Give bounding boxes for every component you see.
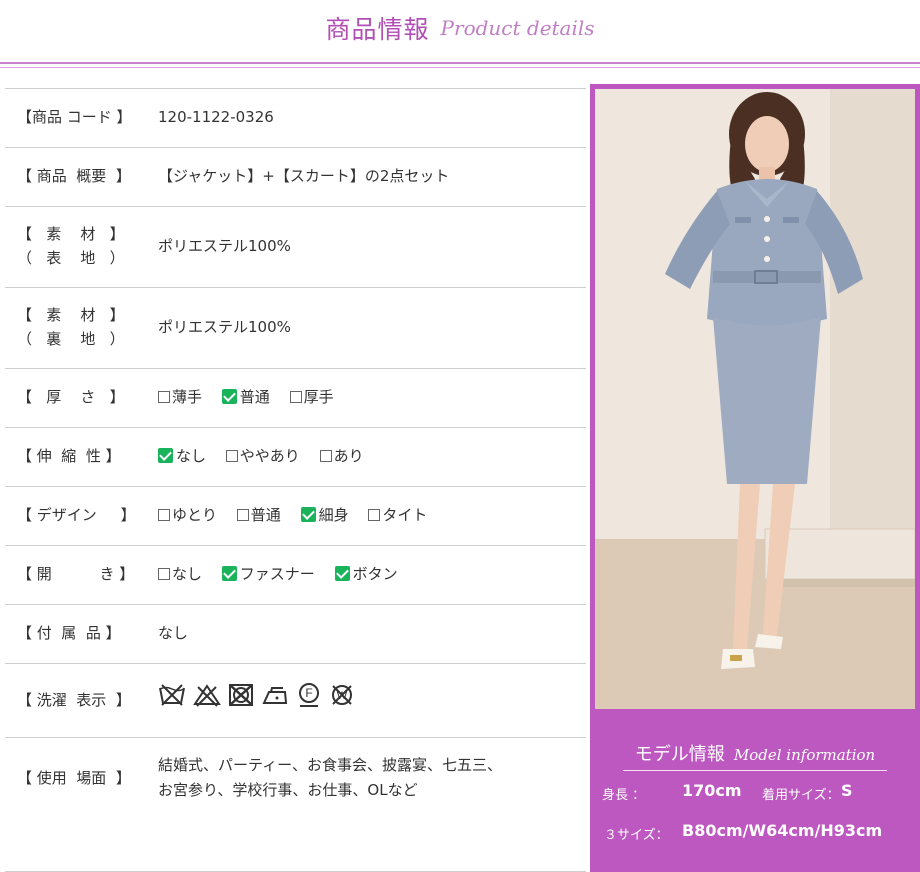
row-label: 【商品 コード 】 <box>17 108 132 126</box>
option-group: 薄手 普通 厚手 <box>158 385 349 410</box>
checkbox-checked <box>221 389 237 404</box>
model-title-jp: モデル情報 <box>634 744 725 765</box>
option-thin: 薄手 <box>158 385 202 410</box>
option-none: なし <box>158 444 206 469</box>
row-usage-scene: 【 使用 場面 】 結婚式、パーティー、お食事会、披露宴、七五三、 お宮参り、学… <box>5 737 586 821</box>
option-regular: 普通 <box>236 503 281 528</box>
checkbox-checked <box>300 507 316 522</box>
row-thickness: 【 厚 さ 】 薄手 普通 厚手 <box>5 368 586 427</box>
option-slight: ややあり <box>225 444 300 469</box>
model-panel: モデル情報 Model information 身長 ： 170cm 着用サイズ… <box>590 84 920 872</box>
checkbox-empty <box>225 450 238 462</box>
no-wash-icon <box>159 684 185 706</box>
option-zipper: ファスナー <box>221 562 315 587</box>
row-accessories: 【 付 属 品 】 なし <box>5 604 586 663</box>
row-material-lining: 【 素 材 】 （ 裏 地 ） ポリエステル100% <box>5 287 586 368</box>
checkbox-empty <box>158 391 170 403</box>
row-label: 【 素 材 】 <box>17 306 125 324</box>
row-label: 【 開 き 】 <box>17 565 135 583</box>
no-tumble-dry-icon <box>229 684 253 706</box>
row-value: ポリエステル100% <box>158 318 291 336</box>
page-header: 商品情報 Product details <box>0 0 920 62</box>
row-product-summary: 【 商品 概要 】 【ジャケット】+【スカート】の2点セット <box>5 147 586 206</box>
model-three-size-label: ３サイズ： <box>604 828 669 843</box>
row-value: ポリエステル100% <box>158 237 291 255</box>
option-loose: ゆとり <box>158 503 217 528</box>
row-sublabel: （ 表 地 ） <box>17 249 125 267</box>
option-button: ボタン <box>334 562 398 587</box>
checkbox-empty <box>319 450 332 462</box>
model-title-underline <box>623 770 887 771</box>
option-group: なし ファスナー ボタン <box>158 562 413 587</box>
scene-line-2: お宮参り、学校行事、お仕事、OLなど <box>158 781 418 799</box>
row-label: 【 洗濯 表示 】 <box>17 691 131 709</box>
model-photo <box>595 89 915 709</box>
checkbox-checked <box>334 566 350 581</box>
model-height-value: 170cm <box>682 781 742 800</box>
option-thick: 厚手 <box>289 385 334 410</box>
row-material-outer: 【 素 材 】 （ 表 地 ） ポリエステル100% <box>5 206 586 287</box>
row-product-code: 【商品 コード 】 120-1122-0326 <box>5 88 586 147</box>
option-tight: タイト <box>368 503 427 528</box>
product-details-table: 【商品 コード 】 120-1122-0326 【 商品 概要 】 【ジャケット… <box>5 88 586 821</box>
dry-clean-f-icon: F <box>299 683 319 707</box>
checkbox-empty <box>236 509 249 521</box>
page-title: 商品情報 <box>325 15 430 44</box>
model-size-label: 着用サイズ： <box>762 788 840 803</box>
option-slim: 細身 <box>300 503 349 528</box>
row-label: 【 伸 縮 性 】 <box>17 447 121 465</box>
wash-icon-group: F W <box>158 682 355 715</box>
checkbox-checked <box>221 566 237 581</box>
header-divider-thin <box>0 67 920 68</box>
model-info-title: モデル情報 Model information <box>590 740 920 766</box>
row-design: 【 デザイン 】 ゆとり 普通 細身 タイト <box>5 486 586 545</box>
option-normal: 普通 <box>221 385 270 410</box>
row-value: 120-1122-0326 <box>158 108 274 126</box>
row-value: 【ジャケット】+【スカート】の2点セット <box>158 167 450 185</box>
row-label: 【 付 属 品 】 <box>17 624 121 642</box>
option-yes: あり <box>319 444 364 469</box>
row-washing: 【 洗濯 表示 】 F <box>5 663 586 737</box>
row-value: 結婚式、パーティー、お食事会、披露宴、七五三、 お宮参り、学校行事、お仕事、OL… <box>158 753 502 803</box>
option-none: なし <box>158 562 202 587</box>
checkbox-empty <box>158 509 170 521</box>
model-size-value: S <box>841 781 853 800</box>
checkbox-empty <box>158 568 170 580</box>
header-divider <box>0 62 920 64</box>
row-stretch: 【 伸 縮 性 】 なし ややあり あり <box>5 427 586 486</box>
row-label: 【 商品 概要 】 <box>17 167 131 185</box>
checkbox-empty <box>289 391 302 403</box>
row-label: 【 デザイン 】 <box>17 506 136 524</box>
row-label: 【 厚 さ 】 <box>17 388 125 406</box>
model-title-en: Model information <box>733 746 876 764</box>
no-wet-clean-icon: W <box>332 685 352 705</box>
row-sublabel: （ 裏 地 ） <box>17 330 125 348</box>
page-subtitle: Product details <box>440 16 595 40</box>
row-opening: 【 開 き 】 なし ファスナー ボタン <box>5 545 586 604</box>
option-group: ゆとり 普通 細身 タイト <box>158 503 442 528</box>
row-label: 【 使用 場面 】 <box>17 769 131 787</box>
svg-text:F: F <box>305 686 312 700</box>
row-value: なし <box>158 624 189 642</box>
iron-low-icon <box>262 687 288 704</box>
scene-line-1: 結婚式、パーティー、お食事会、披露宴、七五三、 <box>158 756 502 774</box>
checkbox-checked <box>158 448 173 463</box>
checkbox-empty <box>368 509 381 521</box>
model-height-label: 身長 ： <box>602 788 646 803</box>
no-bleach-icon <box>193 684 221 707</box>
option-group: なし ややあり あり <box>158 444 379 469</box>
row-label: 【 素 材 】 <box>17 225 125 243</box>
model-three-size-value: B80cm/W64cm/H93cm <box>682 821 883 840</box>
model-photo-illustration <box>595 89 915 709</box>
